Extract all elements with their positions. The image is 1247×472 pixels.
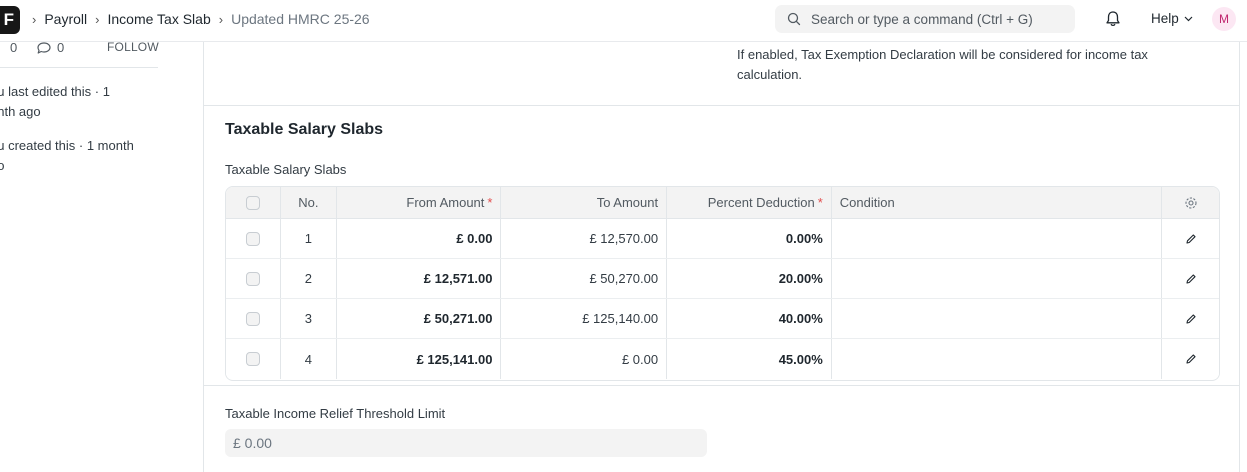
condition-cell[interactable] [832,299,1163,338]
col-header-condition: Condition [832,187,1163,218]
row-checkbox[interactable] [245,311,260,326]
heart-icon [0,42,5,54]
col-header-to-amount: To Amount [501,187,668,218]
row-checkbox[interactable] [245,271,260,286]
section-divider [204,385,1239,386]
comments-stat[interactable]: 0 [36,40,64,55]
help-dropdown[interactable]: Help [1151,11,1193,26]
table-label: Taxable Salary Slabs [225,162,347,177]
from-amount-cell[interactable]: £ 125,141.00 [337,339,502,379]
likes-count: 0 [10,40,18,55]
salary-slabs-table: No. From Amount * To Amount Percent Dedu… [225,186,1220,381]
edit-icon[interactable] [1185,353,1197,365]
section-title[interactable]: Taxable Salary Slabs [225,121,383,139]
row-number: 3 [281,299,337,338]
avatar[interactable]: M [1212,7,1236,31]
required-marker: * [487,195,493,210]
table-row[interactable]: 1 £ 0.00 £ 12,570.00 0.00% [226,219,1219,259]
chevron-right-icon: › [95,11,100,27]
condition-cell[interactable] [832,339,1163,379]
condition-cell[interactable] [832,219,1163,258]
col-header-percent-deduction: Percent Deduction * [667,187,832,218]
threshold-label: Taxable Income Relief Threshold Limit [225,406,446,421]
breadcrumb-payroll[interactable]: Payroll [44,11,87,27]
edit-icon[interactable] [1185,273,1197,285]
chevron-right-icon: › [32,11,37,27]
likes-stat[interactable]: 0 [0,40,17,55]
table-row[interactable]: 4 £ 125,141.00 £ 0.00 45.00% [226,339,1219,379]
gear-icon[interactable] [1184,196,1198,210]
row-number: 2 [281,259,337,298]
row-checkbox[interactable] [245,352,260,366]
search-bar[interactable] [775,5,1075,33]
to-amount-cell[interactable]: £ 12,570.00 [501,219,668,258]
col-header-label: Percent Deduction [707,195,815,210]
row-checkbox[interactable] [245,231,260,246]
search-input[interactable] [809,10,1069,28]
from-amount-cell[interactable]: £ 50,271.00 [337,299,502,338]
table-header: No. From Amount * To Amount Percent Dedu… [226,187,1219,219]
exemption-description: If enabled, Tax Exemption Declaration wi… [737,47,1148,82]
select-all-cell [226,187,281,218]
activity-text: go [0,158,5,173]
percent-deduction-cell[interactable]: 40.00% [667,299,832,338]
activity-item: ou last edited this · 1 onth ago [0,82,150,122]
table-row[interactable]: 2 £ 12,571.00 £ 50,270.00 20.00% [226,259,1219,299]
follow-button[interactable]: FOLLOW [107,40,159,54]
chevron-down-icon [1184,16,1193,21]
row-select-cell [226,219,281,258]
form-body: If enabled, Tax Exemption Declaration wi… [203,42,1240,472]
to-amount-cell[interactable]: £ 50,270.00 [501,259,668,298]
to-amount-cell[interactable]: £ 125,140.00 [501,299,668,338]
select-all-checkbox[interactable] [245,195,260,210]
breadcrumb-current[interactable]: Updated HMRC 25-26 [231,11,370,27]
from-amount-cell[interactable]: £ 0.00 [337,219,502,258]
required-marker: * [817,195,823,210]
col-header-from-amount: From Amount * [337,187,502,218]
row-select-cell [226,339,281,379]
activity-item: ou created this · 1 month go [0,136,150,176]
row-number: 1 [281,219,337,258]
help-label: Help [1151,11,1179,26]
percent-deduction-cell[interactable]: 0.00% [667,219,832,258]
col-header-no: No. [281,187,337,218]
search-icon [787,12,801,26]
notification-bell-icon[interactable] [1103,9,1123,29]
edit-icon[interactable] [1185,233,1197,245]
percent-deduction-cell[interactable]: 45.00% [667,339,832,379]
from-amount-cell[interactable]: £ 12,571.00 [337,259,502,298]
row-number: 4 [281,339,337,379]
navbar: F › Payroll › Income Tax Slab › Updated … [0,0,1247,42]
percent-deduction-cell[interactable]: 20.00% [667,259,832,298]
row-select-cell [226,259,281,298]
breadcrumb: › Payroll › Income Tax Slab › Updated HM… [32,0,370,38]
row-edit-cell [1162,299,1219,338]
column-settings-cell [1162,187,1219,218]
activity-text: onth ago [0,104,41,119]
app-logo[interactable]: F [0,6,20,34]
row-select-cell [226,299,281,338]
chevron-right-icon: › [218,11,224,27]
breadcrumb-income-tax-slab[interactable]: Income Tax Slab [107,11,210,27]
section-divider [204,105,1239,106]
edit-icon[interactable] [1185,313,1197,325]
condition-cell[interactable] [832,259,1163,298]
to-amount-cell[interactable]: £ 0.00 [501,339,668,379]
comment-icon [37,41,51,54]
threshold-input[interactable]: £ 0.00 [225,429,707,457]
row-edit-cell [1162,339,1219,379]
activity-text: ou created this · 1 month [0,138,134,153]
activity-text: ou last edited this · 1 [0,84,110,99]
table-row[interactable]: 3 £ 50,271.00 £ 125,140.00 40.00% [226,299,1219,339]
row-edit-cell [1162,259,1219,298]
sidebar-stats: 0 0 FOLLOW [0,38,159,68]
row-edit-cell [1162,219,1219,258]
comments-count: 0 [57,40,65,55]
col-header-label: From Amount [406,195,485,210]
